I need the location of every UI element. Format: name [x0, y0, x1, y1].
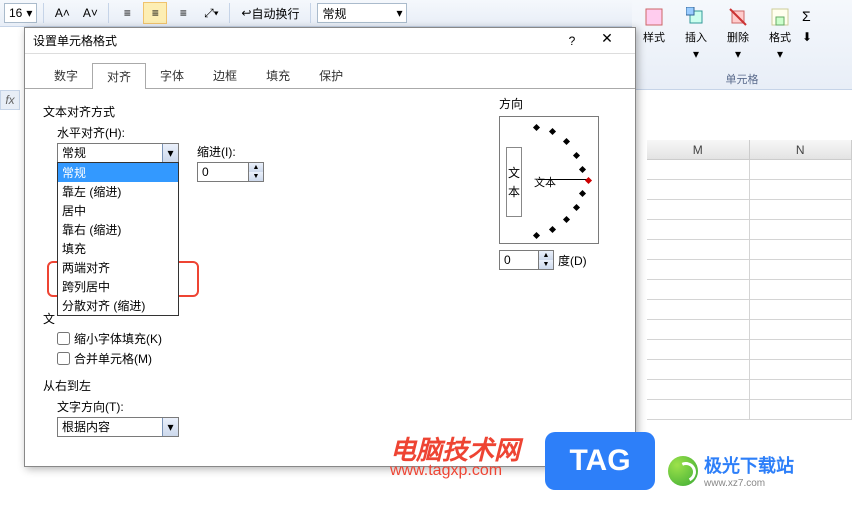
delete-icon — [728, 7, 748, 27]
h-align-value: 常规 — [62, 146, 86, 160]
format-icon — [770, 7, 790, 27]
dialog-tabs: 数字 对齐 字体 边框 填充 保护 — [25, 54, 635, 89]
indent-label: 缩进(I): — [197, 143, 264, 160]
tab-number[interactable]: 数字 — [39, 62, 93, 88]
autosum-icon[interactable]: Σ — [802, 8, 811, 24]
orientation-icon[interactable]: ⤢▾ — [199, 2, 223, 24]
chevron-down-icon: ▾ — [26, 6, 32, 20]
format-cells-dialog: 设置单元格格式 ? ✕ 数字 对齐 字体 边框 填充 保护 文本对齐方式 水平对… — [24, 27, 636, 467]
h-align-option[interactable]: 常规 — [58, 163, 178, 182]
merge-cells-checkbox[interactable]: 合并单元格(M) — [57, 350, 617, 367]
help-button[interactable]: ? — [557, 34, 587, 48]
wrap-text-icon: ↩ — [241, 6, 251, 20]
orientation-label: 方向 — [499, 95, 611, 112]
text-control-label-partial: 文 — [43, 312, 55, 326]
shrink-label: 缩小字体填充(K) — [74, 330, 162, 347]
insert-icon — [686, 7, 706, 27]
h-align-option[interactable]: 分散对齐 (缩进) — [58, 296, 178, 315]
chevron-down-icon: ▾ — [693, 47, 699, 61]
shrink-to-fit-checkbox[interactable]: 缩小字体填充(K) — [57, 330, 617, 347]
insert-button[interactable]: 插入 ▾ — [676, 2, 716, 68]
jg-watermark: 极光下载站 www.xz7.com — [668, 452, 794, 489]
alignment-panel: 文本对齐方式 水平对齐(H): 常规 ▾ 常规 靠左 (缩进) 居中 靠右 (缩… — [25, 89, 635, 459]
tag-badge: TAG — [545, 432, 655, 490]
number-format-value: 常规 — [322, 5, 346, 22]
column-headers: M N — [647, 140, 852, 160]
align-bottom-icon[interactable]: ≡ — [171, 2, 195, 24]
tab-font[interactable]: 字体 — [145, 62, 199, 88]
font-size-combo[interactable]: 16 ▾ — [4, 3, 37, 23]
checkbox-input[interactable] — [57, 332, 70, 345]
indent-input[interactable] — [198, 163, 248, 181]
style-icon — [644, 7, 664, 27]
style-label: 样式 — [643, 29, 665, 45]
chevron-down-icon: ▾ — [777, 47, 783, 61]
fx-label[interactable]: fx — [0, 90, 20, 110]
h-align-option[interactable]: 填充 — [58, 239, 178, 258]
tab-fill[interactable]: 填充 — [251, 62, 305, 88]
jg-logo-icon — [668, 456, 698, 486]
spin-down-icon[interactable]: ▼ — [249, 172, 263, 181]
h-align-combo[interactable]: 常规 ▾ — [57, 143, 179, 163]
spin-up-icon[interactable]: ▲ — [249, 163, 263, 172]
h-align-option[interactable]: 两端对齐 — [58, 258, 178, 277]
h-align-option[interactable]: 居中 — [58, 201, 178, 220]
wrap-text-button[interactable]: ↩ 自动换行 — [236, 2, 304, 24]
dial-indicator — [538, 179, 588, 180]
close-button[interactable]: ✕ — [587, 30, 627, 52]
sigma-area: Σ ⬇ — [802, 2, 822, 44]
tab-protection[interactable]: 保护 — [304, 62, 358, 88]
col-header[interactable]: N — [750, 140, 852, 159]
font-size-value: 16 — [9, 6, 22, 20]
align-top-icon[interactable]: ≡ — [115, 2, 139, 24]
merge-label: 合并单元格(M) — [74, 350, 152, 367]
text-direction-combo[interactable]: 根据内容 ▾ — [57, 417, 179, 437]
wrap-text-label: 自动换行 — [251, 5, 299, 22]
dialog-titlebar: 设置单元格格式 ? ✕ — [25, 28, 635, 54]
chevron-down-icon: ▾ — [162, 418, 178, 436]
style-button[interactable]: 样式 — [634, 2, 674, 68]
vertical-text-button[interactable]: 文 本 — [506, 147, 522, 217]
dial-handle[interactable] — [585, 177, 592, 184]
chevron-down-icon: ▾ — [735, 47, 741, 61]
ribbon-cells-group: 样式 插入 ▾ 删除 ▾ 格式 ▾ Σ ⬇ 单元格 — [632, 0, 852, 90]
degree-spinner[interactable]: ▲▼ — [499, 250, 554, 270]
jg-url: www.xz7.com — [704, 478, 794, 489]
dialog-title: 设置单元格格式 — [33, 32, 557, 49]
orientation-dial[interactable]: 文 本 文本 — [499, 116, 599, 244]
checkbox-input[interactable] — [57, 352, 70, 365]
fill-down-icon[interactable]: ⬇ — [802, 30, 822, 44]
degree-input[interactable] — [500, 251, 538, 269]
tab-border[interactable]: 边框 — [198, 62, 252, 88]
col-header[interactable]: M — [647, 140, 750, 159]
insert-label: 插入 — [685, 29, 707, 45]
format-label: 格式 — [769, 29, 791, 45]
orientation-group: 方向 文 本 文本 — [499, 95, 611, 270]
text-direction-label: 文字方向(T): — [57, 398, 617, 415]
chevron-down-icon: ▾ — [162, 144, 178, 162]
dial-text: 文本 — [534, 174, 556, 190]
increase-font-icon[interactable]: A˄ — [50, 2, 74, 24]
spin-down-icon[interactable]: ▼ — [539, 260, 553, 269]
delete-label: 删除 — [727, 29, 749, 45]
text-direction-value: 根据内容 — [62, 420, 110, 434]
align-middle-icon[interactable]: ≡ — [143, 2, 167, 24]
format-button[interactable]: 格式 ▾ — [760, 2, 800, 68]
h-align-option[interactable]: 靠左 (缩进) — [58, 182, 178, 201]
degree-label: 度(D) — [558, 252, 587, 269]
number-format-combo[interactable]: 常规 ▾ — [317, 3, 407, 23]
decrease-font-icon[interactable]: A˅ — [78, 2, 102, 24]
watermark-url: www.tagxp.com — [390, 462, 502, 480]
tab-alignment[interactable]: 对齐 — [92, 63, 146, 89]
h-align-option[interactable]: 靠右 (缩进) — [58, 220, 178, 239]
cells-group-label: 单元格 — [726, 71, 759, 87]
chevron-down-icon: ▾ — [396, 6, 402, 20]
indent-spinner[interactable]: ▲▼ — [197, 162, 264, 182]
h-align-dropdown: 常规 靠左 (缩进) 居中 靠右 (缩进) 填充 两端对齐 跨列居中 分散对齐 … — [57, 162, 179, 316]
spin-up-icon[interactable]: ▲ — [539, 251, 553, 260]
delete-button[interactable]: 删除 ▾ — [718, 2, 758, 68]
h-align-option[interactable]: 跨列居中 — [58, 277, 178, 296]
rtl-label: 从右到左 — [43, 377, 617, 394]
jg-name: 极光下载站 — [704, 452, 794, 478]
